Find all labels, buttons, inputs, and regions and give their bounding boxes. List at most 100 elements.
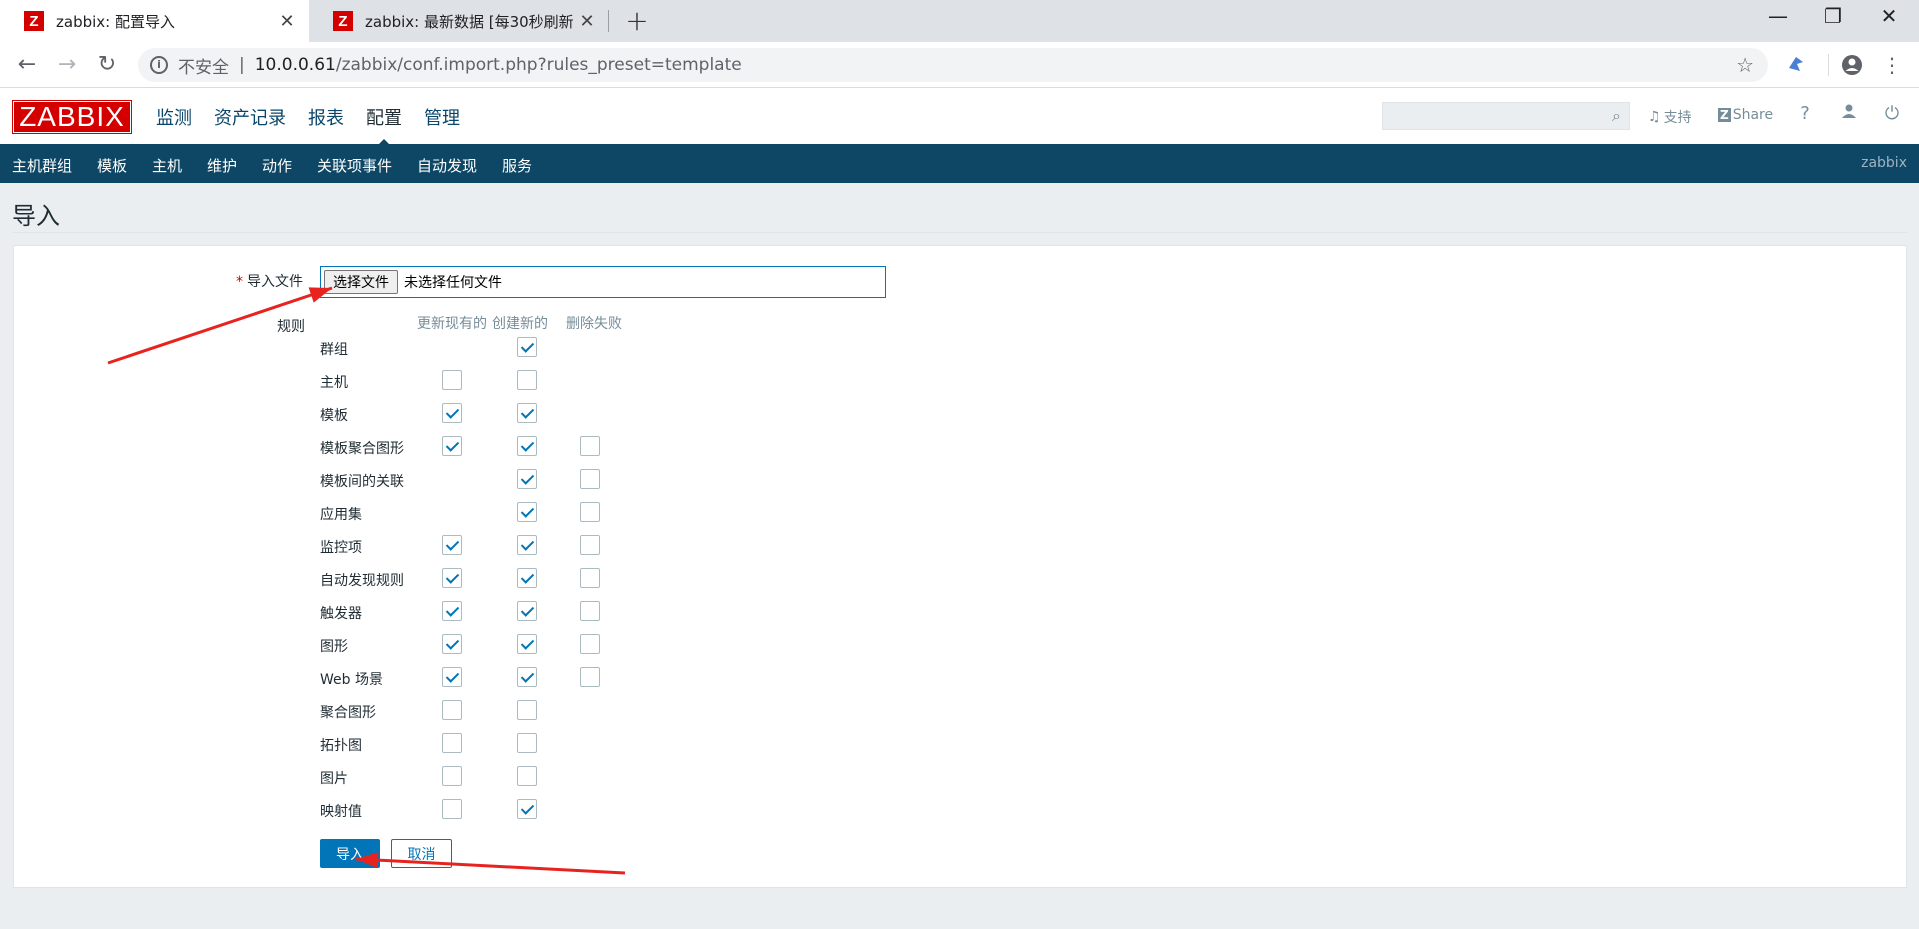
rule-update-checkbox[interactable]	[442, 436, 462, 456]
sign-out-icon[interactable]: ⏻	[1881, 103, 1903, 124]
tab-title: zabbix: 配置导入	[56, 12, 175, 31]
site-info-icon[interactable]: i	[150, 56, 168, 74]
menu-configuration[interactable]: 配置	[366, 104, 402, 148]
rule-create-checkbox[interactable]	[517, 502, 537, 522]
minimize-icon[interactable]: —	[1748, 4, 1808, 28]
rule-create-checkbox[interactable]	[517, 337, 537, 357]
cancel-button[interactable]: 取消	[391, 839, 452, 868]
server-name: zabbix	[1861, 155, 1907, 171]
rule-create-checkbox[interactable]	[517, 634, 537, 654]
rule-update-checkbox[interactable]	[442, 634, 462, 654]
import-form-panel	[13, 245, 1907, 888]
rule-update-checkbox[interactable]	[442, 700, 462, 720]
col-delete-missing: 删除失败	[566, 316, 622, 332]
rule-label: 触发器	[320, 606, 362, 622]
rule-label: 模板间的关联	[320, 474, 404, 490]
import-file-label: * 导入文件	[236, 271, 303, 291]
menu-inventory[interactable]: 资产记录	[214, 104, 286, 130]
browser-toolbar: ← → ↻ i 不安全 | 10.0.0.61 /zabbix/conf.imp…	[0, 42, 1919, 88]
rule-create-checkbox[interactable]	[517, 469, 537, 489]
user-profile-icon[interactable]	[1838, 103, 1860, 124]
choose-file-button[interactable]: 选择文件	[324, 270, 398, 294]
search-icon[interactable]: ⌕	[1612, 106, 1621, 126]
rule-delete-checkbox[interactable]	[580, 667, 600, 687]
import-button[interactable]: 导入	[320, 839, 380, 868]
window-close-icon[interactable]: ✕	[1859, 4, 1919, 28]
rule-delete-checkbox[interactable]	[580, 436, 600, 456]
share-z-icon: Z	[1718, 108, 1731, 122]
rule-update-checkbox[interactable]	[442, 370, 462, 390]
rule-create-checkbox[interactable]	[517, 568, 537, 588]
submenu-hosts[interactable]: 主机	[152, 155, 182, 176]
submenu-event-correlation[interactable]: 关联项事件	[317, 155, 392, 176]
rule-update-checkbox[interactable]	[442, 799, 462, 819]
rule-delete-checkbox[interactable]	[580, 568, 600, 588]
rule-create-checkbox[interactable]	[517, 799, 537, 819]
configuration-submenu: 主机群组 模板 主机 维护 动作 关联项事件 自动发现 服务 zabbix	[0, 144, 1919, 183]
col-create-new: 创建新的	[492, 316, 548, 332]
tab-title: zabbix: 最新数据 [每30秒刷新一	[365, 12, 573, 31]
browser-menu-icon[interactable]: ⋮	[1881, 54, 1903, 76]
rule-create-checkbox[interactable]	[517, 667, 537, 687]
headset-icon: ♫	[1648, 109, 1661, 125]
zabbix-logo[interactable]: ZABBIX	[12, 100, 132, 134]
rule-label: 聚合图形	[320, 705, 376, 721]
submenu-maintenance[interactable]: 维护	[207, 155, 237, 176]
rule-create-checkbox[interactable]	[517, 535, 537, 555]
rule-delete-checkbox[interactable]	[580, 535, 600, 555]
main-menu: 监测 资产记录 报表 配置 管理	[156, 104, 482, 148]
rule-update-checkbox[interactable]	[442, 601, 462, 621]
menu-monitoring[interactable]: 监测	[156, 104, 192, 130]
bookmark-star-icon[interactable]: ☆	[1736, 53, 1754, 77]
rule-update-checkbox[interactable]	[442, 733, 462, 753]
rule-delete-checkbox[interactable]	[580, 634, 600, 654]
rule-create-checkbox[interactable]	[517, 733, 537, 753]
forward-icon[interactable]: →	[52, 50, 82, 80]
rule-create-checkbox[interactable]	[517, 766, 537, 786]
menu-administration[interactable]: 管理	[424, 104, 460, 130]
rule-label: Web 场景	[320, 672, 383, 688]
rule-delete-checkbox[interactable]	[580, 502, 600, 522]
tab-close-icon[interactable]: ✕	[573, 11, 601, 32]
submenu-actions[interactable]: 动作	[262, 155, 292, 176]
rule-update-checkbox[interactable]	[442, 568, 462, 588]
reload-icon[interactable]: ↻	[92, 50, 122, 80]
address-bar[interactable]: i 不安全 | 10.0.0.61 /zabbix/conf.import.ph…	[138, 48, 1768, 82]
required-mark: *	[236, 274, 243, 290]
rule-create-checkbox[interactable]	[517, 370, 537, 390]
submenu-services[interactable]: 服务	[502, 155, 532, 176]
rule-label: 群组	[320, 342, 348, 358]
extension-icon[interactable]	[1785, 54, 1807, 76]
import-file-field[interactable]: 选择文件 未选择任何文件	[320, 266, 886, 298]
rule-update-checkbox[interactable]	[442, 766, 462, 786]
global-search-input[interactable]: ⌕	[1382, 102, 1630, 130]
rule-label: 自动发现规则	[320, 573, 404, 589]
maximize-icon[interactable]: ❐	[1803, 4, 1863, 28]
submenu-host-groups[interactable]: 主机群组	[12, 155, 72, 176]
rule-label: 主机	[320, 375, 348, 391]
rule-create-checkbox[interactable]	[517, 700, 537, 720]
help-icon[interactable]: ?	[1794, 103, 1816, 124]
submenu-discovery[interactable]: 自动发现	[417, 155, 477, 176]
rule-update-checkbox[interactable]	[442, 403, 462, 423]
browser-tab-config-import[interactable]: Z zabbix: 配置导入 ✕	[0, 0, 309, 42]
browser-tab-latest-data[interactable]: Z zabbix: 最新数据 [每30秒刷新一 ✕	[309, 0, 609, 42]
rules-label: 规则	[277, 319, 305, 335]
rule-update-checkbox[interactable]	[442, 535, 462, 555]
rule-create-checkbox[interactable]	[517, 601, 537, 621]
rule-delete-checkbox[interactable]	[580, 469, 600, 489]
tab-close-icon[interactable]: ✕	[273, 11, 301, 32]
back-icon[interactable]: ←	[12, 50, 42, 80]
rule-delete-checkbox[interactable]	[580, 601, 600, 621]
submenu-templates[interactable]: 模板	[97, 155, 127, 176]
rule-update-checkbox[interactable]	[442, 667, 462, 687]
rule-create-checkbox[interactable]	[517, 403, 537, 423]
profile-avatar-icon[interactable]	[1841, 54, 1863, 76]
share-link[interactable]: Z Share	[1718, 107, 1773, 123]
rule-create-checkbox[interactable]	[517, 436, 537, 456]
menu-reports[interactable]: 报表	[308, 104, 344, 130]
new-tab-button[interactable]: +	[622, 4, 652, 37]
no-file-selected-text: 未选择任何文件	[404, 275, 502, 291]
tab-separator	[608, 10, 609, 32]
support-link[interactable]: ♫ 支持	[1648, 107, 1692, 127]
